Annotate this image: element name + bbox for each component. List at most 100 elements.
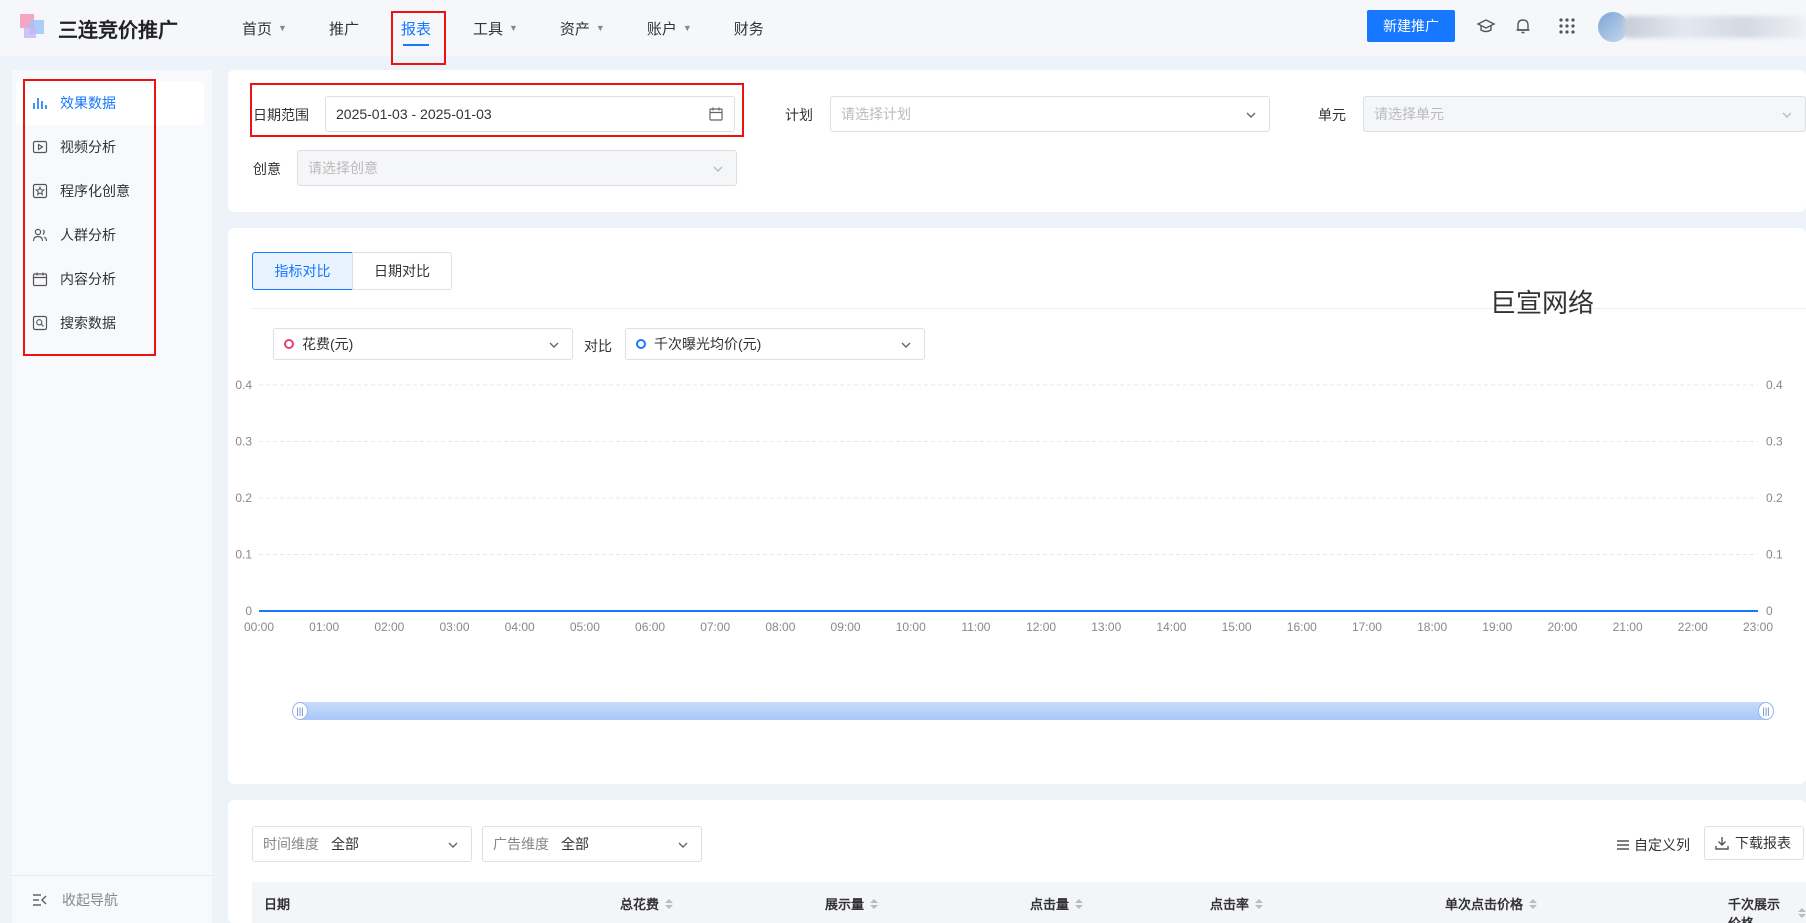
column-header-5[interactable]: 单次点击价格 xyxy=(1445,894,1538,913)
sidebar-item-2[interactable]: 程序化创意 xyxy=(16,169,204,213)
y-tick-right: 0.1 xyxy=(1766,548,1783,562)
collapse-nav-button[interactable]: 收起导航 xyxy=(12,875,212,923)
app-logo[interactable]: 三连竞价推广 xyxy=(20,14,178,42)
calendar-icon xyxy=(32,272,48,287)
x-tick-label: 19:00 xyxy=(1482,620,1512,634)
sidebar-item-5[interactable]: 搜索数据 xyxy=(16,301,204,345)
unit-placeholder: 请选择单元 xyxy=(1374,106,1444,122)
column-header-label: 总花费 xyxy=(620,897,660,912)
unit-label: 单元 xyxy=(1318,107,1346,123)
x-tick-label: 14:00 xyxy=(1156,620,1186,634)
data-zoom-slider[interactable] xyxy=(298,702,1766,720)
account-name-blurred[interactable] xyxy=(1624,16,1806,38)
nav-item-label: 资产 xyxy=(559,20,590,38)
apps-grid-icon[interactable] xyxy=(1557,16,1577,36)
date-range-label: 日期范围 xyxy=(253,107,309,123)
x-tick-label: 18:00 xyxy=(1417,620,1447,634)
x-tick-label: 02:00 xyxy=(374,620,404,634)
sidebar-item-1[interactable]: 视频分析 xyxy=(16,125,204,169)
column-header-3[interactable]: 点击量 xyxy=(1030,894,1084,913)
sidebar-item-3[interactable]: 人群分析 xyxy=(16,213,204,257)
app-name: 三连竞价推广 xyxy=(58,19,178,42)
plan-select[interactable]: 请选择计划 xyxy=(830,96,1270,132)
list-icon xyxy=(1617,840,1629,850)
sort-icon[interactable] xyxy=(1529,898,1538,909)
column-header-4[interactable]: 点击率 xyxy=(1210,894,1264,913)
calendar-icon xyxy=(709,107,723,121)
nav-item-label: 报表 xyxy=(400,20,431,38)
graduation-cap-icon[interactable] xyxy=(1476,16,1496,36)
chart-panel: 指标对比 日期对比 巨宣网络 花费(元) 对比 千次曝光均价(元) 0.4 0.3… xyxy=(228,228,1806,784)
nav-item-3[interactable]: 工具 ▼ xyxy=(461,0,530,56)
caret-down-icon: ▼ xyxy=(278,23,287,33)
x-tick-label: 00:00 xyxy=(244,620,274,634)
search-box-icon xyxy=(32,315,48,331)
custom-columns-button[interactable]: 自定义列 xyxy=(1616,835,1690,855)
nav-item-label: 财务 xyxy=(733,20,764,38)
y-tick-right: 0.4 xyxy=(1766,378,1783,392)
ad-dimension-select[interactable]: 广告维度 全部 xyxy=(482,826,702,862)
column-header-6[interactable]: 千次展示价格 xyxy=(1728,894,1806,923)
date-range-picker[interactable]: 2025-01-03 - 2025-01-03 xyxy=(325,96,735,132)
sidebar-item-0[interactable]: 效果数据 xyxy=(16,81,204,125)
sidebar-item-label: 搜索数据 xyxy=(60,315,116,331)
sidebar-item-label: 效果数据 xyxy=(60,95,116,111)
unit-select[interactable]: 请选择单元 xyxy=(1363,96,1806,132)
collapse-nav-label: 收起导航 xyxy=(62,891,118,908)
new-campaign-button[interactable]: 新建推广 xyxy=(1367,10,1455,42)
x-tick-label: 01:00 xyxy=(309,620,339,634)
x-tick-label: 04:00 xyxy=(505,620,535,634)
y-tick-right: 0.3 xyxy=(1766,435,1783,449)
creative-select[interactable]: 请选择创意 xyxy=(297,150,737,186)
y-tick-left: 0.3 xyxy=(235,435,252,449)
sidebar-item-4[interactable]: 内容分析 xyxy=(16,257,204,301)
creative-placeholder: 请选择创意 xyxy=(308,160,378,176)
sort-icon[interactable] xyxy=(1255,898,1264,909)
sidebar-item-label: 内容分析 xyxy=(60,271,116,287)
table-header: 日期 总花费 展示量 点击量 点击率 单次点击价格 千次展示价格 xyxy=(252,882,1806,923)
sort-icon[interactable] xyxy=(665,898,674,909)
time-dimension-value: 全部 xyxy=(331,836,359,852)
sidebar-item-label: 视频分析 xyxy=(60,139,116,155)
zoom-handle-left[interactable]: ||| xyxy=(292,702,308,720)
plan-label: 计划 xyxy=(785,107,813,123)
download-report-label: 下载报表 xyxy=(1735,835,1791,851)
plan-placeholder: 请选择计划 xyxy=(841,106,911,122)
sort-icon[interactable] xyxy=(1798,908,1806,918)
column-header-1[interactable]: 总花费 xyxy=(620,894,674,913)
x-tick-label: 07:00 xyxy=(700,620,730,634)
bell-icon[interactable] xyxy=(1513,16,1533,36)
chevron-down-icon xyxy=(1782,112,1792,118)
x-tick-label: 12:00 xyxy=(1026,620,1056,634)
caret-down-icon: ▼ xyxy=(682,23,692,33)
x-tick-label: 03:00 xyxy=(440,620,470,634)
time-dimension-select[interactable]: 时间维度 全部 xyxy=(252,826,472,862)
y-tick-left: 0.1 xyxy=(235,548,252,562)
nav-item-4[interactable]: 资产 ▼ xyxy=(548,0,617,56)
sort-icon[interactable] xyxy=(1075,898,1084,909)
nav-item-1[interactable]: 推广 xyxy=(317,0,371,56)
filter-panel: 日期范围 2025-01-03 - 2025-01-03 计划 请选择计划 单元… xyxy=(228,70,1806,212)
column-header-label: 点击量 xyxy=(1030,897,1070,912)
sort-icon[interactable] xyxy=(870,898,879,909)
star-box-icon xyxy=(32,183,48,199)
nav-item-label: 账户 xyxy=(646,20,677,38)
zoom-handle-right[interactable]: ||| xyxy=(1758,702,1774,720)
bar-chart-icon xyxy=(33,98,47,109)
custom-columns-label: 自定义列 xyxy=(1634,837,1690,853)
nav-item-5[interactable]: 账户 ▼ xyxy=(635,0,704,56)
nav-item-2[interactable]: 报表 xyxy=(389,0,443,56)
line-chart: 0.4 0.3 0.2 0.1 0 0.4 0.3 0.2 0.1 0 00:00 01:00 02:0… xyxy=(235,378,1783,634)
video-icon xyxy=(32,140,48,154)
x-tick-label: 06:00 xyxy=(635,620,665,634)
nav-item-6[interactable]: 财务 xyxy=(722,0,776,56)
chevron-down-icon xyxy=(1246,112,1256,118)
ad-dimension-label: 广告维度 xyxy=(493,836,549,852)
download-report-button[interactable]: 下载报表 xyxy=(1704,826,1804,860)
column-header-label: 点击率 xyxy=(1210,897,1250,912)
x-tick-label: 20:00 xyxy=(1547,620,1577,634)
column-header-2[interactable]: 展示量 xyxy=(825,894,879,913)
ad-dimension-value: 全部 xyxy=(561,836,589,852)
nav-item-0[interactable]: 首页 ▼ xyxy=(230,0,299,56)
y-tick-left: 0.4 xyxy=(235,378,252,392)
